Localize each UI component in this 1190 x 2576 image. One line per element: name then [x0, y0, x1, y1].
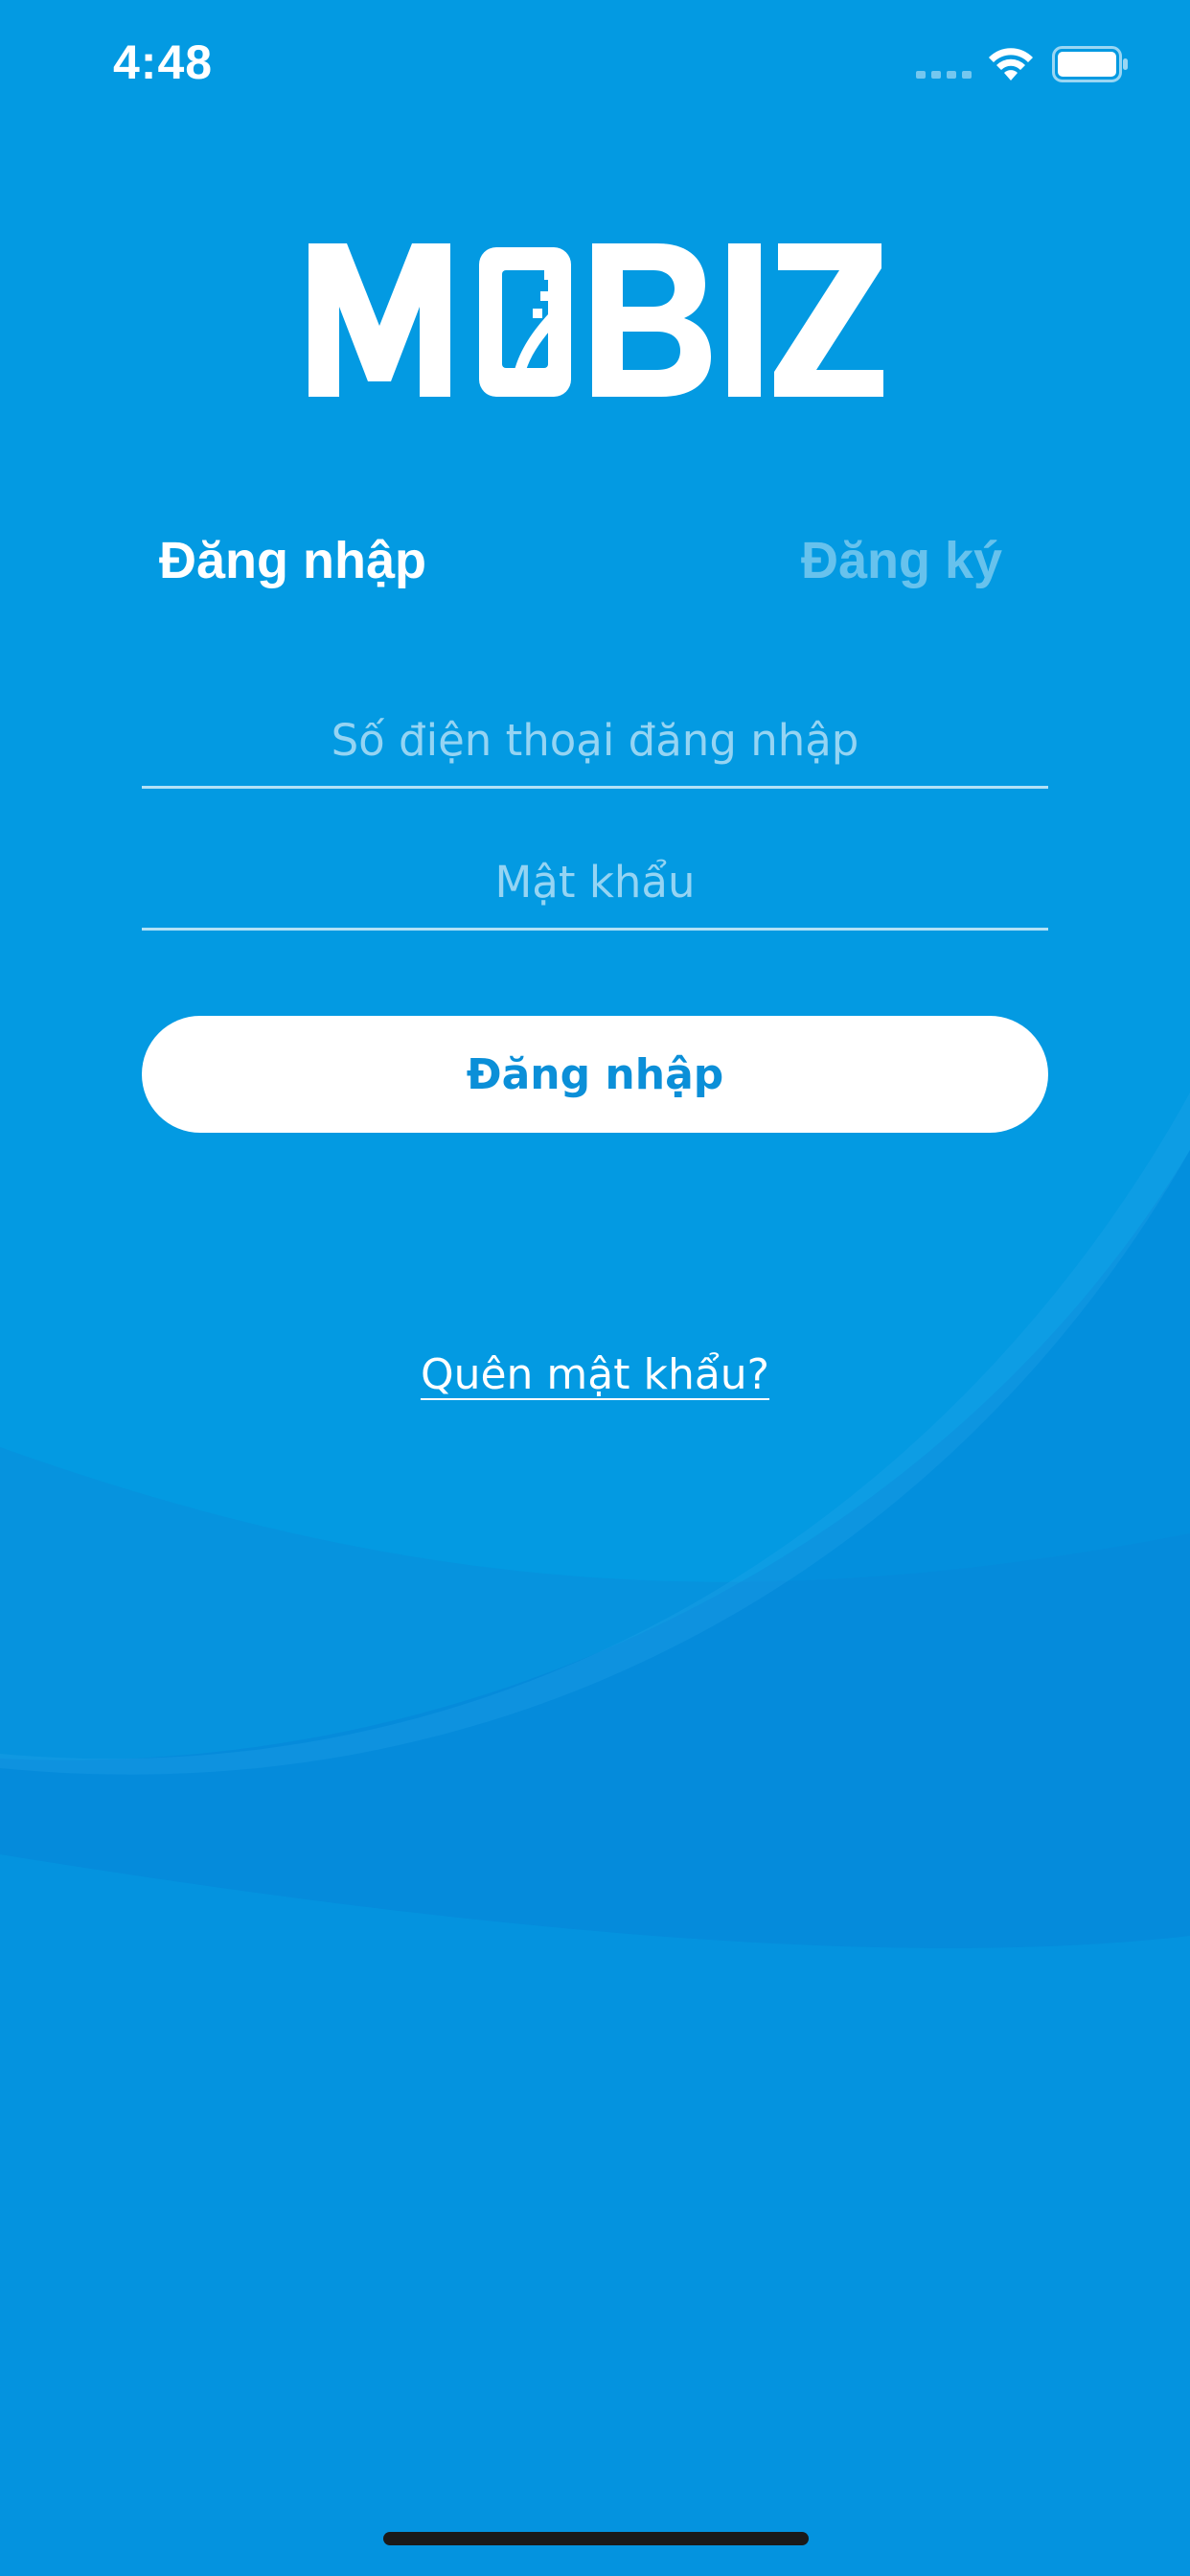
status-bar: 4:48 — [0, 0, 1190, 130]
forgot-password-link[interactable]: Quên mật khẩu? — [421, 1350, 769, 1399]
login-button[interactable]: Đăng nhập — [142, 1016, 1048, 1133]
login-screen: 4:48 Đăng nhập Đăng ký Số điện thoại đăn… — [0, 0, 1190, 2576]
status-time: 4:48 — [113, 35, 214, 89]
forgot-password-row: Quên mật khẩu? — [0, 1342, 1190, 1409]
battery-icon — [1052, 46, 1128, 82]
mobiz-logo — [309, 243, 883, 397]
phone-field — [142, 694, 1048, 789]
password-input[interactable] — [142, 836, 1048, 928]
wifi-icon — [989, 48, 1033, 80]
tab-register[interactable]: Đăng ký — [801, 527, 1002, 594]
cellular-signal-icon — [916, 71, 972, 79]
home-indicator — [383, 2532, 809, 2545]
phone-input[interactable] — [142, 694, 1048, 786]
tab-login[interactable]: Đăng nhập — [159, 527, 426, 594]
password-field — [142, 836, 1048, 931]
